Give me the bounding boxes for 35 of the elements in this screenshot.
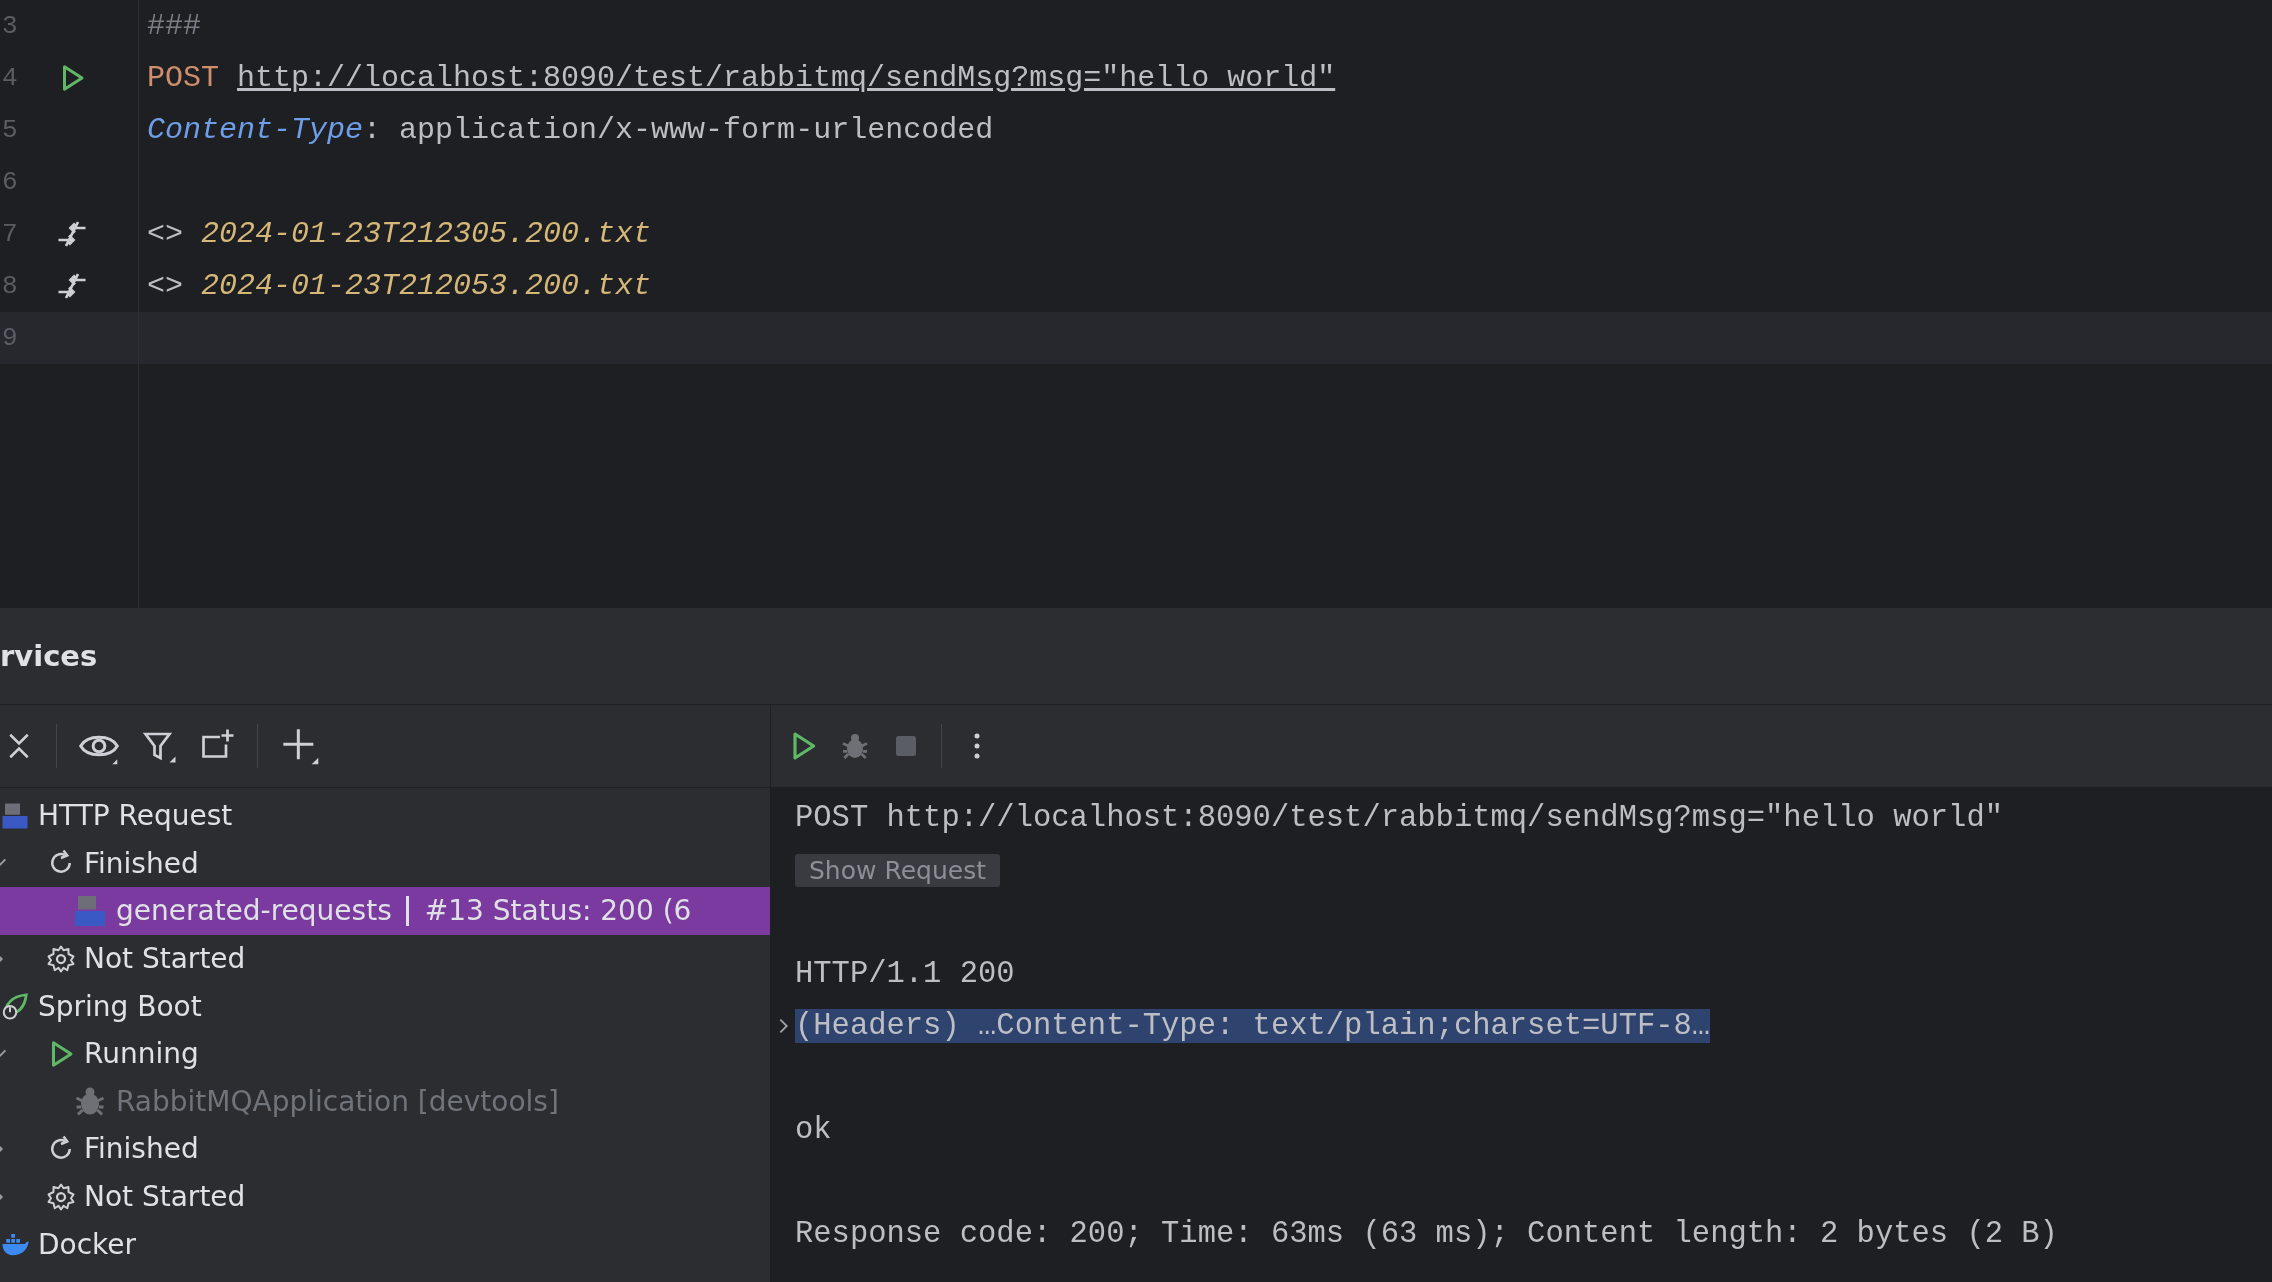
tree-item[interactable]: generated-requests bbox=[116, 894, 392, 928]
header-separator: : bbox=[363, 113, 382, 147]
tree-item[interactable]: Spring Boot bbox=[38, 989, 202, 1023]
tree-item[interactable]: HTTP Request bbox=[38, 799, 233, 833]
add-icon[interactable] bbox=[280, 726, 320, 766]
tree-item[interactable]: Finished bbox=[84, 1132, 199, 1166]
panel-title: rvices bbox=[0, 639, 98, 673]
header-value: application/x-www-form-urlencoded bbox=[399, 113, 994, 147]
tree-item[interactable]: Docker bbox=[38, 1227, 137, 1261]
line-number: 3 bbox=[1, 11, 19, 41]
response-marker: <> bbox=[147, 217, 183, 251]
tree-item[interactable]: Not Started bbox=[84, 1180, 246, 1214]
gear-icon bbox=[46, 943, 76, 974]
line-number: 6 bbox=[1, 167, 19, 197]
output-line: ok bbox=[795, 1113, 832, 1147]
tree-item[interactable]: Not Started bbox=[84, 942, 246, 976]
code-comment: ### bbox=[147, 9, 201, 43]
response-file-link[interactable]: 2024-01-23T212053.200.txt bbox=[201, 269, 652, 303]
output-line: Response code: 200; Time: 63ms (63 ms); Content length: 2 bytes (2 B) bbox=[795, 1217, 2058, 1251]
output-line: POST http://localhost:8090/test/rabbitmq/sendMsg?msg="hello world" bbox=[795, 801, 2003, 835]
request-status: #13 Status: 200 (6 bbox=[405, 895, 692, 927]
tree-item[interactable]: Running bbox=[84, 1037, 199, 1071]
header-name: Content-Type bbox=[147, 113, 364, 147]
line-number: 4 bbox=[1, 63, 19, 93]
line-number: 7 bbox=[1, 219, 19, 249]
http-method: POST bbox=[147, 61, 219, 95]
tree-item[interactable]: Finished bbox=[84, 846, 199, 880]
request-url[interactable]: http://localhost:8090/test/rabbitmq/sendMsg?msg="hello world" bbox=[237, 61, 1336, 95]
response-file-link[interactable]: 2024-01-23T212305.200.txt bbox=[201, 217, 652, 251]
line-number: 8 bbox=[1, 271, 19, 301]
headers-fold[interactable]: (Headers) …Content-Type: text/plain;charset=UTF-8… bbox=[795, 1009, 1711, 1043]
output-line: HTTP/1.1 200 bbox=[795, 957, 1015, 991]
gear-icon bbox=[46, 1181, 76, 1212]
line-number: 5 bbox=[1, 115, 19, 145]
response-marker: <> bbox=[147, 269, 183, 303]
